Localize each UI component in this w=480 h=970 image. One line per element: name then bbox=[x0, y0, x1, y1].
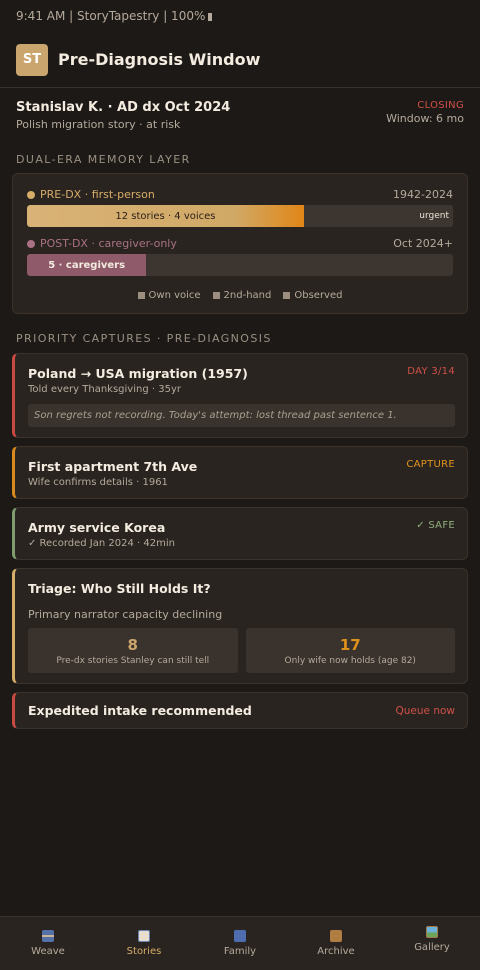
capture-card-migration[interactable]: Poland → USA migration (1957) Told every… bbox=[12, 353, 468, 438]
status-bar: 9:41 AM | StoryTapestry | 100% bbox=[0, 0, 480, 32]
tab-label: Stories bbox=[126, 946, 162, 957]
post-dx-bar-text: 5 · caregivers bbox=[48, 259, 126, 271]
legend-observed: Observed bbox=[283, 290, 342, 301]
legend-square-icon bbox=[212, 291, 220, 299]
picture-icon bbox=[426, 926, 438, 938]
tab-gallery[interactable]: Gallery bbox=[384, 917, 480, 970]
capture-subtitle: Wife confirms details · 1961 bbox=[28, 477, 168, 488]
tab-label: Gallery bbox=[414, 942, 450, 953]
capture-card-army[interactable]: Army service Korea ✓ Recorded Jan 2024 ·… bbox=[12, 507, 468, 560]
tab-weave[interactable]: Weave bbox=[0, 917, 96, 970]
patient-subtitle: Polish migration story · at risk bbox=[16, 118, 181, 131]
post-dx-dot-icon bbox=[27, 240, 35, 248]
page-title: Pre-Diagnosis Window bbox=[58, 50, 261, 69]
queue-now-button[interactable]: Queue now bbox=[396, 705, 456, 717]
tab-label: Weave bbox=[31, 946, 65, 957]
tab-label: Archive bbox=[317, 946, 355, 957]
safe-badge: ✓ SAFE bbox=[416, 520, 455, 531]
legend-square-icon bbox=[137, 291, 145, 299]
patient-name: Stanislav K. · AD dx Oct 2024 bbox=[16, 100, 231, 115]
stat-wife-holds: 17 Only wife now holds (age 82) bbox=[245, 628, 455, 673]
pre-dx-bar: 12 stories · 4 voices urgent bbox=[27, 205, 453, 227]
legend: Own voice 2nd-hand Observed bbox=[27, 290, 453, 301]
closing-badge: CLOSING bbox=[417, 100, 464, 111]
post-dx-label: POST-DX · caregiver-only bbox=[27, 237, 177, 250]
box-icon bbox=[330, 930, 342, 942]
capture-subtitle: ✓ Recorded Jan 2024 · 42min bbox=[28, 538, 175, 549]
post-dx-bar: 5 · caregivers bbox=[27, 254, 453, 276]
pre-dx-bar-text: 12 stories · 4 voices bbox=[115, 210, 216, 222]
tab-bar: Weave Stories Family Archive Gallery bbox=[0, 916, 480, 970]
post-dx-label-text: POST-DX · caregiver-only bbox=[40, 237, 177, 250]
family-icon bbox=[234, 930, 246, 942]
pre-dx-range: 1942-2024 bbox=[393, 188, 453, 201]
stat-value: 17 bbox=[339, 635, 361, 654]
tab-archive[interactable]: Archive bbox=[288, 917, 384, 970]
legend-second-hand-text: 2nd-hand bbox=[223, 290, 272, 301]
triage-subtitle: Primary narrator capacity declining bbox=[28, 608, 223, 621]
battery-icon bbox=[208, 12, 213, 21]
cta-title: Expedited intake recommended bbox=[28, 703, 252, 718]
pre-dx-dot-icon bbox=[27, 191, 35, 199]
expedited-intake-banner: Expedited intake recommended Queue now bbox=[12, 692, 468, 729]
status-text: 9:41 AM | StoryTapestry | 100% bbox=[16, 9, 206, 23]
legend-second-hand: 2nd-hand bbox=[212, 290, 272, 301]
capture-card-apartment[interactable]: First apartment 7th Ave Wife confirms de… bbox=[12, 446, 468, 499]
urgent-label: urgent bbox=[419, 211, 449, 221]
post-dx-bar-fill: 5 · caregivers bbox=[27, 254, 147, 276]
legend-square-icon bbox=[283, 291, 291, 299]
pre-dx-label: PRE-DX · first-person bbox=[27, 188, 155, 201]
tab-stories[interactable]: Stories bbox=[96, 917, 192, 970]
legend-own-voice-text: Own voice bbox=[148, 290, 201, 301]
capture-title: Poland → USA migration (1957) bbox=[28, 366, 248, 381]
spool-icon bbox=[42, 930, 54, 942]
capture-title: Army service Korea bbox=[28, 520, 166, 535]
tab-label: Family bbox=[223, 946, 257, 957]
patient-summary: Stanislav K. · AD dx Oct 2024 Polish mig… bbox=[0, 88, 480, 131]
triage-title: Triage: Who Still Holds It? bbox=[28, 581, 211, 596]
book-icon bbox=[138, 930, 150, 942]
memory-layer-card: PRE-DX · first-person 1942-2024 12 stori… bbox=[12, 173, 468, 314]
pre-dx-bar-fill: 12 stories · 4 voices bbox=[27, 205, 304, 227]
capture-subtitle: Told every Thanksgiving · 35yr bbox=[28, 384, 181, 395]
stat-value: 8 bbox=[127, 635, 138, 654]
stat-pre-dx-stories: 8 Pre-dx stories Stanley can still tell bbox=[28, 628, 238, 673]
legend-own-voice: Own voice bbox=[137, 290, 201, 301]
priority-heading: PRIORITY CAPTURES · PRE-DIAGNOSIS bbox=[16, 332, 272, 345]
day-count-badge: DAY 3/14 bbox=[407, 366, 455, 377]
app-logo: ST bbox=[16, 43, 48, 76]
capture-note: Son regrets not recording. Today's attem… bbox=[28, 404, 455, 427]
tab-family[interactable]: Family bbox=[192, 917, 288, 970]
legend-observed-text: Observed bbox=[294, 290, 343, 301]
capture-title: First apartment 7th Ave bbox=[28, 459, 198, 474]
post-dx-range: Oct 2024+ bbox=[393, 237, 453, 250]
app-header: ST Pre-Diagnosis Window bbox=[0, 32, 480, 88]
memory-layer-heading: DUAL-ERA MEMORY LAYER bbox=[16, 153, 191, 166]
pre-dx-label-text: PRE-DX · first-person bbox=[40, 188, 155, 201]
triage-card: Triage: Who Still Holds It? Primary narr… bbox=[12, 568, 468, 684]
stat-label: Pre-dx stories Stanley can still tell bbox=[56, 655, 210, 666]
window-remaining: Window: 6 mo bbox=[386, 112, 464, 125]
capture-badge[interactable]: CAPTURE bbox=[406, 459, 455, 470]
stat-label: Only wife now holds (age 82) bbox=[284, 655, 416, 666]
